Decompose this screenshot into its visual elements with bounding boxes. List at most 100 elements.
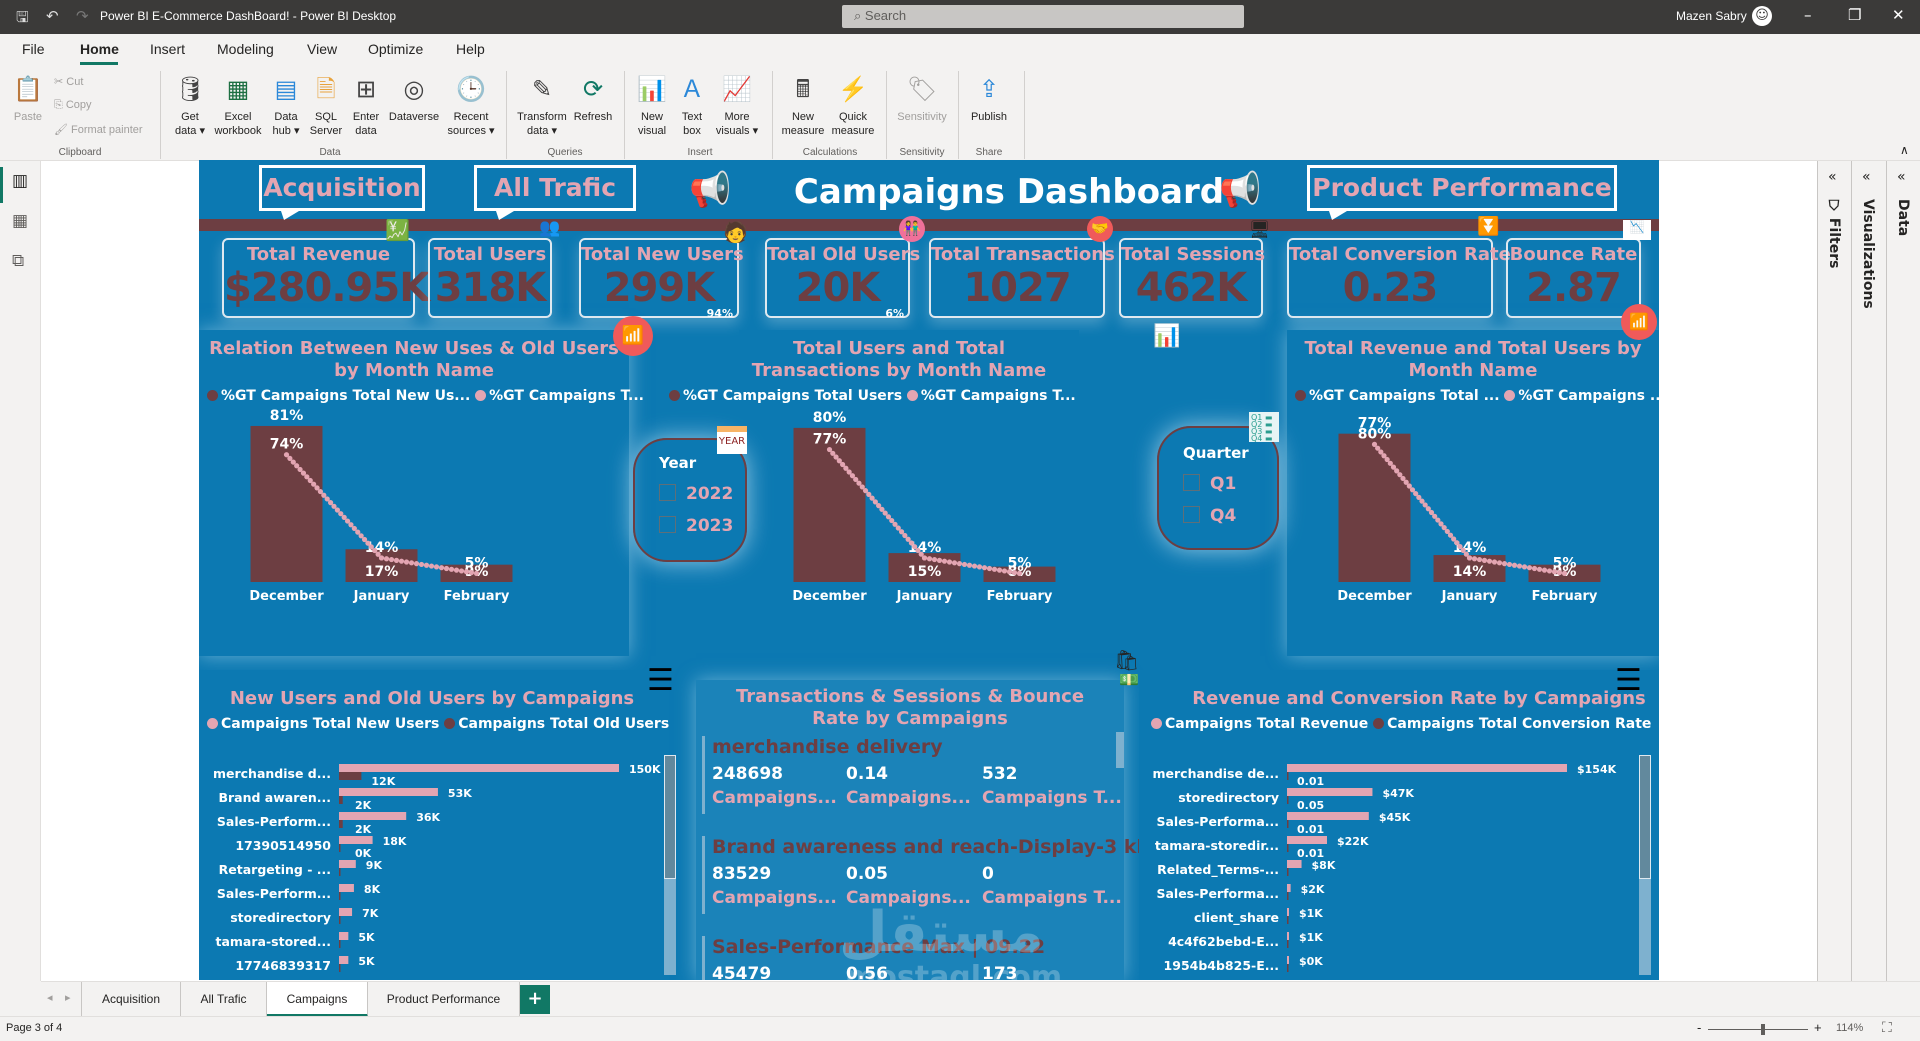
card-value: 0 xyxy=(982,864,994,884)
menu-view[interactable]: View xyxy=(307,41,337,57)
page-indicator: Page 3 of 4 xyxy=(6,1022,63,1034)
add-page-button[interactable]: + xyxy=(520,985,550,1014)
slicer-option-q1[interactable]: Q1 xyxy=(1183,474,1236,494)
restore-button[interactable]: ❐ xyxy=(1848,6,1861,24)
menu-modeling[interactable]: Modeling xyxy=(217,41,274,57)
excel-workbook-button[interactable]: ▦ Excel workbook xyxy=(210,73,266,138)
expand-filters-icon[interactable]: « xyxy=(1828,169,1837,185)
table-icon: ⊞ xyxy=(355,76,377,103)
data-hub-button[interactable]: ▤ Data hub ▾ xyxy=(266,73,306,138)
nav-all-trafic-button[interactable]: All Trafic xyxy=(474,165,636,220)
menu-optimize[interactable]: Optimize xyxy=(368,41,423,57)
transform-data-button[interactable]: ✎ Transform data ▾ xyxy=(514,73,570,138)
dataverse-button[interactable]: ◎ Dataverse xyxy=(386,73,442,124)
format-painter-button[interactable]: 🖌 Format painter xyxy=(54,123,143,136)
bar-label: 17% xyxy=(365,564,399,580)
kpi-value: 1027 xyxy=(963,265,1071,311)
bar-label-secondary: 0.01 xyxy=(1297,823,1324,836)
card-scrollbar[interactable] xyxy=(1116,732,1124,768)
checkbox[interactable] xyxy=(659,484,676,501)
new-measure-button[interactable]: 🖩 New measure xyxy=(778,73,828,138)
visualizations-pane[interactable]: « Visualizations xyxy=(1851,161,1886,981)
more-visuals-button[interactable]: 📈 More visuals ▾ xyxy=(712,73,762,138)
fit-to-page-icon[interactable]: ⛶ xyxy=(1882,1019,1892,1036)
menu-help[interactable]: Help xyxy=(456,41,485,57)
minimize-button[interactable]: – xyxy=(1804,6,1812,24)
bar-secondary xyxy=(339,796,343,804)
nav-product-performance-button[interactable]: Product Performance xyxy=(1307,165,1617,220)
publish-button[interactable]: ⇪ Publish xyxy=(964,73,1014,124)
collapse-ribbon-icon[interactable]: ∧ xyxy=(1900,143,1909,157)
cut-button[interactable]: ✂ Cut xyxy=(54,75,83,88)
line-point xyxy=(448,566,455,572)
line-point xyxy=(468,569,475,576)
get-data-button[interactable]: 🛢 Get data ▾ xyxy=(170,73,210,138)
scrollbar-thumb[interactable] xyxy=(664,755,676,879)
sensitivity-button[interactable]: 🏷 Sensitivity xyxy=(892,73,952,124)
expand-visualizations-icon[interactable]: « xyxy=(1862,169,1871,185)
sql-server-button[interactable]: 🗎 SQL Server xyxy=(306,73,346,138)
text-box-button[interactable]: Ａ Text box xyxy=(674,73,710,138)
zoom-slider[interactable] xyxy=(1708,1029,1808,1030)
close-button[interactable]: ✕ xyxy=(1892,6,1905,24)
new-visual-label: New visual xyxy=(637,111,667,137)
avatar-icon[interactable]: ☺ xyxy=(1752,6,1772,26)
chart-scrollbar[interactable] xyxy=(1639,755,1651,975)
slicer-option-q4[interactable]: Q4 xyxy=(1183,506,1236,526)
recent-sources-button[interactable]: 🕒 Recent sources ▾ xyxy=(446,73,496,138)
campaign-label: 17746839317 xyxy=(235,958,331,973)
checkbox[interactable] xyxy=(659,516,676,533)
line-point xyxy=(428,563,435,569)
quick-measure-button[interactable]: ⚡ Quick measure xyxy=(828,73,878,138)
slicer-title: Quarter xyxy=(1183,444,1249,462)
search-input[interactable]: ⌕ Search xyxy=(842,5,1244,28)
refresh-button[interactable]: ⟳ Refresh xyxy=(570,73,616,124)
tab-all-trafic[interactable]: All Trafic xyxy=(181,982,267,1017)
kpi-total-users: Total Users 318K xyxy=(428,238,552,318)
nav-acquisition-button[interactable]: Acquisition xyxy=(259,165,425,220)
kpi-label: Total New Users xyxy=(581,244,744,265)
scroll-tabs-left-icon[interactable]: ◂ xyxy=(47,991,53,1004)
scrollbar-thumb[interactable] xyxy=(1639,755,1651,879)
line-point xyxy=(941,558,948,564)
checkbox[interactable] xyxy=(1183,506,1200,523)
chart-scrollbar[interactable] xyxy=(664,755,676,975)
option-label: 2023 xyxy=(686,516,734,536)
tab-product-performance[interactable]: Product Performance xyxy=(368,982,520,1017)
enter-data-button[interactable]: ⊞ Enter data xyxy=(346,73,386,138)
zoom-out-button[interactable]: - xyxy=(1697,1020,1701,1035)
filters-pane[interactable]: « ⛉ Filters xyxy=(1817,161,1851,981)
copy-button[interactable]: ⎘ Copy xyxy=(54,99,92,112)
save-icon[interactable]: 🖫 xyxy=(16,7,29,32)
paste-button[interactable]: 📋 Paste xyxy=(10,73,46,124)
redo-icon[interactable]: ↷ xyxy=(76,7,89,25)
tab-campaigns[interactable]: Campaigns xyxy=(267,982,368,1017)
menu-home[interactable]: Home xyxy=(80,41,119,57)
new-visual-icon: 📊 xyxy=(637,76,667,103)
bar-label-secondary: 2K xyxy=(355,799,372,812)
scroll-tabs-right-icon[interactable]: ▸ xyxy=(65,991,71,1004)
zoom-slider-thumb[interactable] xyxy=(1761,1024,1765,1035)
data-pane[interactable]: « Data xyxy=(1886,161,1920,981)
report-view-icon[interactable]: ▥ xyxy=(12,171,28,191)
user-name[interactable]: Mazen Sabry xyxy=(1676,9,1747,23)
slicer-option-2023[interactable]: 2023 xyxy=(659,516,733,536)
data-label: Data xyxy=(1895,199,1911,237)
zoom-in-button[interactable]: + xyxy=(1814,1020,1822,1035)
undo-icon[interactable]: ↶ xyxy=(46,7,59,25)
menu-file[interactable]: File xyxy=(22,41,45,57)
table-view-icon[interactable]: ▦ xyxy=(12,211,28,231)
expand-data-icon[interactable]: « xyxy=(1897,169,1906,185)
checkbox[interactable] xyxy=(1183,474,1200,491)
model-view-icon[interactable]: ⧉ xyxy=(12,251,24,271)
line-point xyxy=(443,565,450,572)
active-menu-indicator xyxy=(80,62,118,65)
new-visual-button[interactable]: 📊 New visual xyxy=(630,73,674,138)
window-title: Power BI E-Commerce DashBoard! - Power B… xyxy=(100,9,397,23)
menu-insert[interactable]: Insert xyxy=(150,41,185,57)
tab-acquisition[interactable]: Acquisition xyxy=(81,982,181,1017)
line-point xyxy=(1496,560,1503,566)
kpi-percent: 94% xyxy=(706,307,733,320)
line-point xyxy=(378,555,385,561)
slicer-option-2022[interactable]: 2022 xyxy=(659,484,733,504)
